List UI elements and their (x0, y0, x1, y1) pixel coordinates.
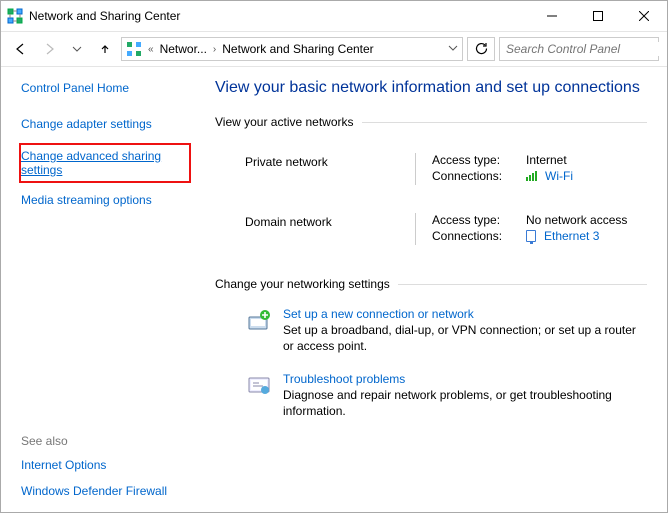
task-troubleshoot[interactable]: Troubleshoot problems Diagnose and repai… (215, 366, 647, 431)
troubleshoot-icon (245, 372, 273, 400)
access-type-label: Access type: (432, 153, 520, 167)
task-setup-connection[interactable]: Set up a new connection or network Set u… (215, 301, 647, 366)
network-row: Private network Access type: Internet Co… (215, 139, 647, 199)
maximize-button[interactable] (575, 1, 621, 31)
recent-locations-button[interactable] (65, 37, 89, 61)
network-name: Private network (245, 153, 415, 185)
toolbar: « Networ... › Network and Sharing Center (1, 31, 667, 67)
app-icon (7, 8, 23, 24)
address-dropdown-icon[interactable] (448, 42, 458, 56)
connections-label: Connections: (432, 169, 520, 183)
access-type-value: No network access (526, 213, 627, 227)
sidebar: Control Panel Home Change adapter settin… (1, 67, 203, 512)
setup-connection-icon (245, 307, 273, 335)
sidebar-media-streaming[interactable]: Media streaming options (21, 193, 191, 207)
sidebar-internet-options[interactable]: Internet Options (21, 458, 191, 472)
divider (398, 284, 647, 285)
task-desc: Diagnose and repair network problems, or… (283, 388, 647, 419)
sidebar-change-adapter[interactable]: Change adapter settings (21, 117, 191, 131)
back-button[interactable] (9, 37, 33, 61)
sidebar-firewall[interactable]: Windows Defender Firewall (21, 484, 191, 498)
network-row: Domain network Access type: No network a… (215, 199, 647, 259)
forward-button[interactable] (37, 37, 61, 61)
breadcrumb-item[interactable]: Networ... (160, 42, 207, 56)
task-title: Set up a new connection or network (283, 307, 647, 321)
connections-label: Connections: (432, 229, 520, 243)
see-also-label: See also (21, 434, 191, 448)
refresh-button[interactable] (467, 37, 495, 61)
task-desc: Set up a broadband, dial-up, or VPN conn… (283, 323, 647, 354)
access-type-label: Access type: (432, 213, 520, 227)
network-name: Domain network (245, 213, 415, 245)
search-box[interactable] (499, 37, 659, 61)
page-title: View your basic network information and … (215, 79, 647, 97)
sidebar-change-advanced-sharing[interactable]: Change advanced sharing settings (21, 149, 183, 177)
sidebar-control-panel-home[interactable]: Control Panel Home (21, 81, 191, 95)
titlebar: Network and Sharing Center (1, 1, 667, 31)
connection-link[interactable]: Wi-Fi (545, 169, 573, 183)
active-networks-label: View your active networks (215, 115, 354, 129)
breadcrumb-item[interactable]: Network and Sharing Center (222, 42, 373, 56)
highlight-annotation: Change advanced sharing settings (19, 143, 191, 183)
connection-link[interactable]: Ethernet 3 (544, 229, 599, 243)
up-button[interactable] (93, 37, 117, 61)
minimize-button[interactable] (529, 1, 575, 31)
search-input[interactable] (506, 42, 663, 56)
divider (362, 122, 647, 123)
ethernet-icon (526, 230, 536, 242)
location-icon (126, 41, 142, 57)
window-title: Network and Sharing Center (29, 9, 529, 23)
change-settings-label: Change your networking settings (215, 277, 390, 291)
wifi-icon (526, 171, 537, 181)
access-type-value: Internet (526, 153, 567, 167)
content-area: View your basic network information and … (203, 67, 667, 512)
address-bar[interactable]: « Networ... › Network and Sharing Center (121, 37, 463, 61)
chevron-right-icon[interactable]: › (213, 44, 216, 55)
close-button[interactable] (621, 1, 667, 31)
breadcrumb-sep-icon[interactable]: « (148, 44, 154, 55)
task-title: Troubleshoot problems (283, 372, 647, 386)
